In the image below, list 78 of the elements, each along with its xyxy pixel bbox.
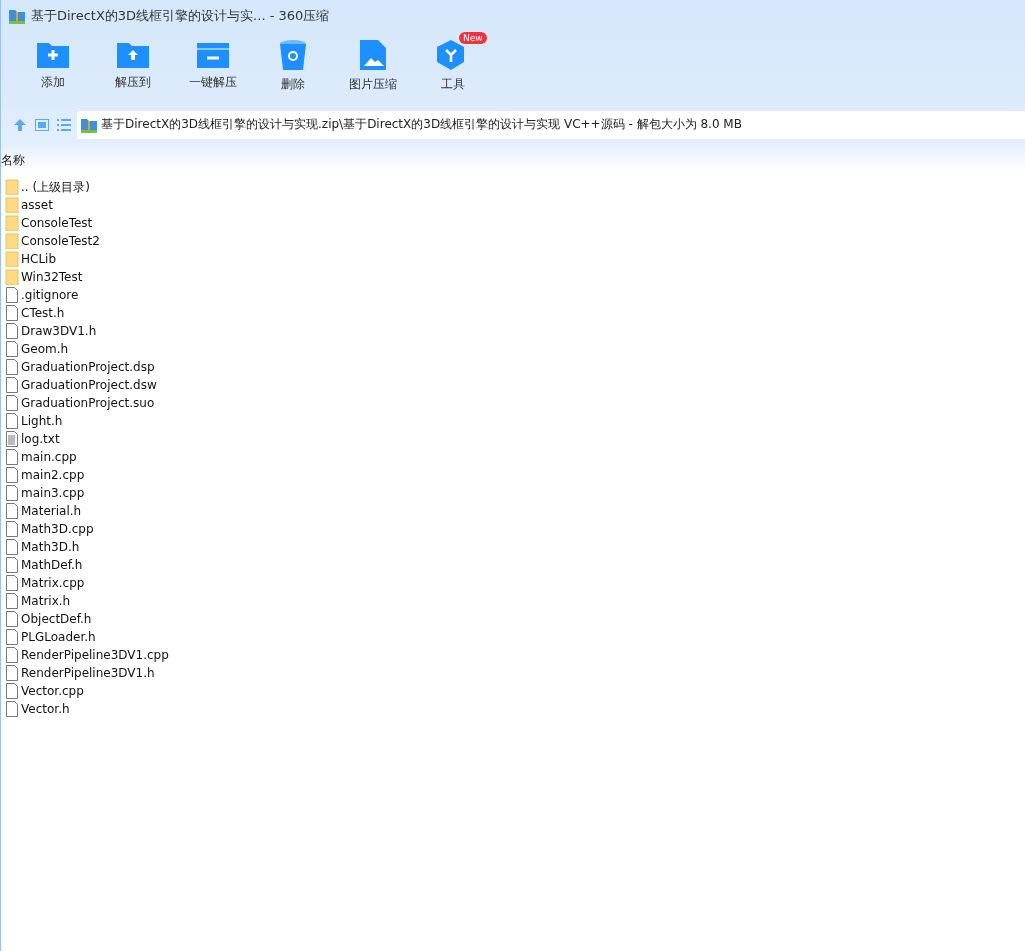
file-icon [5, 683, 19, 699]
folder-minus-icon [197, 40, 229, 68]
file-icon [5, 413, 19, 429]
new-badge: New [459, 32, 487, 44]
file-name[interactable]: Vector.cpp [21, 684, 84, 698]
column-header[interactable]: 名称 [1, 152, 25, 172]
folder-icon [5, 233, 19, 249]
folder-icon [5, 269, 19, 285]
file-name[interactable]: Math3D.h [21, 540, 80, 554]
file-icon [5, 359, 19, 375]
file-name[interactable]: HCLib [21, 252, 57, 266]
file-name[interactable]: GraduationProject.dsp [21, 360, 155, 374]
file-icon [5, 611, 19, 627]
file-name[interactable]: GraduationProject.suo [21, 396, 155, 410]
toolbar-button[interactable]: 删除 [253, 32, 333, 100]
file-name[interactable]: Matrix.cpp [21, 576, 85, 590]
file-name[interactable]: GraduationProject.dsw [21, 378, 157, 392]
file-name[interactable]: log.txt [21, 432, 60, 446]
folder-icon [5, 251, 19, 267]
toolbar-button[interactable]: 解压到 [93, 32, 173, 100]
file-icon [5, 449, 19, 465]
file-icon [5, 521, 19, 537]
file-icon [5, 629, 19, 645]
file-name[interactable]: PLGLoader.h [21, 630, 96, 644]
file-name[interactable]: Vector.h [21, 702, 70, 716]
file-icon [5, 593, 19, 609]
address-path: 基于DirectX的3D线框引擎的设计与实现.zip\基于DirectX的3D线框引擎的设计与实现 VC++源码 - 解包大小为 8.0 MB [101, 116, 742, 133]
file-name[interactable]: main2.cpp [21, 468, 85, 482]
file-name[interactable]: Draw3DV1.h [21, 324, 97, 338]
file-icon [5, 395, 19, 411]
folder-icon [5, 197, 19, 213]
file-icon [5, 305, 19, 321]
image-file-icon [360, 40, 386, 70]
toolbar-button[interactable]: 添加 [13, 32, 93, 100]
window-title: 基于DirectX的3D线框引擎的设计与实... - 360压缩 [31, 7, 330, 25]
archive-icon [81, 116, 97, 133]
file-name[interactable]: main3.cpp [21, 486, 85, 500]
file-name[interactable]: .gitignore [21, 288, 79, 302]
file-icon [5, 377, 19, 393]
file-name[interactable]: Math3D.cpp [21, 522, 94, 536]
file-icon [5, 341, 19, 357]
folder-plus-icon [37, 40, 69, 68]
file-icon [5, 557, 19, 573]
file-icon [5, 485, 19, 501]
file-name[interactable]: .. (上级目录) [21, 178, 90, 196]
file-name[interactable]: main.cpp [21, 450, 77, 464]
recycle-bin-icon [280, 40, 306, 70]
file-icon [5, 575, 19, 591]
toolbar-button[interactable]: 图片压缩 [333, 32, 413, 100]
file-name[interactable]: Win32Test [21, 270, 83, 284]
file-icon [5, 701, 19, 717]
file-icon [5, 287, 19, 303]
toolbar-button[interactable]: New 工具 [413, 32, 493, 100]
file-icon [5, 647, 19, 663]
folder-upload-icon [117, 40, 149, 68]
file-name[interactable]: ObjectDef.h [21, 612, 92, 626]
text-file-icon [5, 431, 19, 447]
file-icon [5, 539, 19, 555]
file-icon [5, 323, 19, 339]
toolbar-button[interactable]: 一键解压 [173, 32, 253, 100]
file-name[interactable]: CTest.h [21, 306, 65, 320]
file-name[interactable]: Geom.h [21, 342, 69, 356]
file-name[interactable]: ConsoleTest2 [21, 234, 100, 248]
file-name[interactable]: Material.h [21, 504, 82, 518]
file-name[interactable]: RenderPipeline3DV1.h [21, 666, 155, 680]
file-icon [5, 503, 19, 519]
folder-icon [5, 215, 19, 231]
folder-icon [5, 179, 19, 195]
file-icon [5, 467, 19, 483]
file-name[interactable]: Light.h [21, 414, 63, 428]
archive-icon [9, 8, 25, 24]
file-name[interactable]: Matrix.h [21, 594, 71, 608]
file-name[interactable]: MathDef.h [21, 558, 83, 572]
address-field[interactable]: 基于DirectX的3D线框引擎的设计与实现.zip\基于DirectX的3D线框引擎的设计与实现 VC++源码 - 解包大小为 8.0 MB [77, 110, 1025, 139]
file-name[interactable]: asset [21, 198, 53, 212]
file-name[interactable]: ConsoleTest [21, 216, 93, 230]
file-icon [5, 665, 19, 681]
file-name[interactable]: RenderPipeline3DV1.cpp [21, 648, 169, 662]
